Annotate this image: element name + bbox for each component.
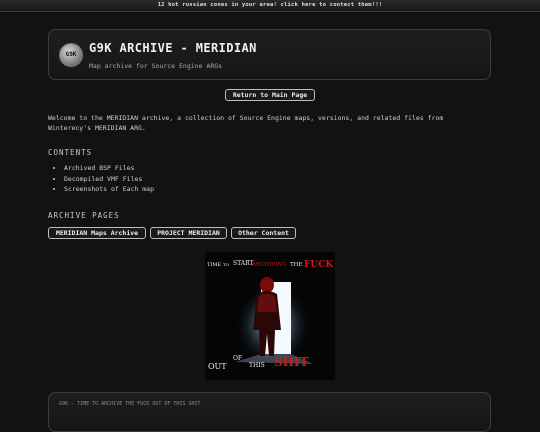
poster-word: TIME bbox=[207, 262, 221, 268]
poster-word: OUT bbox=[208, 362, 227, 371]
page-subtitle: Map archive for Source Engine ARGs bbox=[89, 62, 223, 70]
footer-card: G9K - TIME TO ARCHIVE THE FUCK OUT OF TH… bbox=[48, 392, 491, 432]
poster-word: THE bbox=[290, 262, 302, 268]
poster-image: TIME TO START ARCHIVING THE FUCK OUT OF … bbox=[205, 252, 335, 380]
list-item: Archived BSP Files bbox=[64, 163, 154, 174]
poster-word: ARCHIVING bbox=[251, 262, 287, 268]
header-card: G9K G9K ARCHIVE - MERIDIAN Map archive f… bbox=[48, 29, 491, 80]
archive-pages-heading: ARCHIVE PAGES bbox=[48, 211, 120, 220]
page-title: G9K ARCHIVE - MERIDIAN bbox=[89, 41, 257, 55]
return-main-button[interactable]: Return to Main Page bbox=[225, 89, 315, 101]
poster-word: THIS bbox=[249, 362, 265, 369]
other-content-button[interactable]: Other Content bbox=[231, 227, 296, 239]
poster-word: SHIT bbox=[274, 355, 309, 369]
footer-text: G9K - TIME TO ARCHIVE THE FUCK OUT OF TH… bbox=[59, 401, 201, 407]
intro-text: Welcome to the MERIDIAN archive, a colle… bbox=[48, 114, 444, 132]
site-logo: G9K bbox=[59, 43, 83, 67]
project-meridian-button[interactable]: PROJECT MERIDIAN bbox=[150, 227, 227, 239]
list-item: Screenshots of Each map bbox=[64, 184, 154, 195]
poster-art: TIME TO START ARCHIVING THE FUCK OUT OF … bbox=[205, 252, 335, 380]
list-item: Decompiled VMF Files bbox=[64, 174, 154, 185]
contents-list: Archived BSP Files Decompiled VMF Files … bbox=[48, 163, 154, 195]
ad-banner-link[interactable]: 12 hot russian cones in your area! click… bbox=[0, 0, 540, 12]
poster-word: FUCK bbox=[304, 260, 334, 270]
contents-heading: CONTENTS bbox=[48, 148, 93, 157]
meridian-maps-archive-button[interactable]: MERIDIAN Maps Archive bbox=[48, 227, 146, 239]
poster-word: START bbox=[233, 260, 254, 267]
poster-word: OF bbox=[233, 355, 242, 362]
poster-word: TO bbox=[223, 262, 230, 267]
